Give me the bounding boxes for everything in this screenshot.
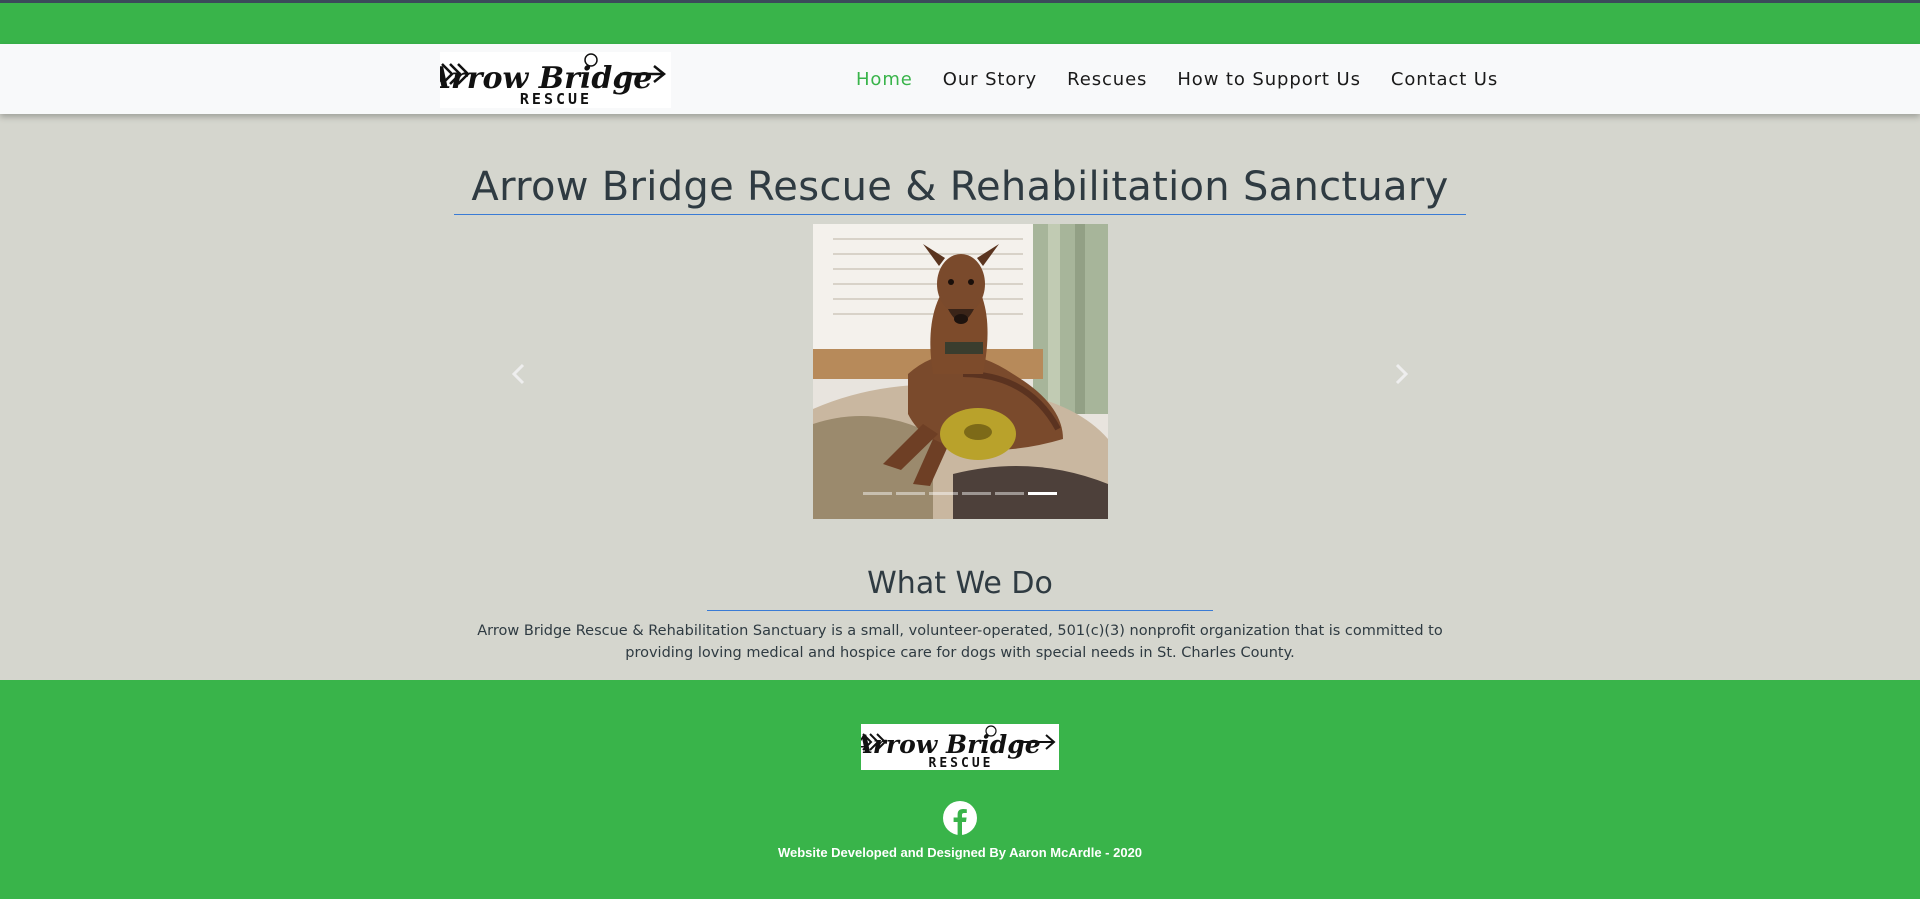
chevron-left-icon [511,363,525,385]
brand-logo[interactable]: Arrow Bridge RESCUE [440,52,671,108]
nav-contact-us[interactable]: Contact Us [1391,69,1498,90]
carousel-indicator[interactable] [929,492,958,495]
what-we-do-heading: What We Do [867,566,1053,601]
logo-sub: RESCUE [520,90,592,108]
footer-logo-word: Arrow Bridge [861,730,1041,759]
facebook-icon [943,801,977,835]
footer-credit: Website Developed and Designed By Aaron … [777,845,1143,860]
carousel-prev-button[interactable] [503,354,533,394]
main-content: Arrow Bridge Rescue & Rehabilitation San… [0,114,1920,680]
nav-rescues[interactable]: Rescues [1067,69,1147,90]
carousel-indicator[interactable] [896,492,925,495]
carousel-indicator[interactable] [962,492,991,495]
carousel-slide[interactable] [813,224,1108,519]
carousel-indicator[interactable] [995,492,1024,495]
nav-menu: Home Our Story Rescues How to Support Us… [856,44,1528,114]
facebook-link[interactable] [943,801,977,835]
nav-our-story[interactable]: Our Story [943,69,1037,90]
what-we-do-text: Arrow Bridge Rescue & Rehabilitation San… [477,623,1443,661]
dog-photo [813,224,1108,519]
footer: Arrow Bridge RESCUE Website Developed an… [0,680,1920,901]
page-title: Arrow Bridge Rescue & Rehabilitation San… [471,164,1449,210]
top-color-bar [0,0,1920,44]
carousel-next-button[interactable] [1387,354,1417,394]
footer-logo-image: Arrow Bridge RESCUE [851,725,1056,771]
navbar: Arrow Bridge RESCUE Home Our Story Rescu… [0,44,1920,114]
chevron-right-icon [1395,363,1409,385]
footer-logo-sub: RESCUE [929,756,994,770]
logo-image: Arrow Bridge RESCUE [440,53,667,108]
carousel-indicator-active[interactable] [1028,492,1057,495]
carousel-indicator[interactable] [863,492,892,495]
title-divider [454,214,1466,215]
nav-how-to-support-us[interactable]: How to Support Us [1177,69,1361,90]
footer-logo[interactable]: Arrow Bridge RESCUE [851,724,1059,771]
carousel-indicators [863,492,1057,495]
section-divider [707,610,1213,611]
nav-home[interactable]: Home [856,69,913,90]
